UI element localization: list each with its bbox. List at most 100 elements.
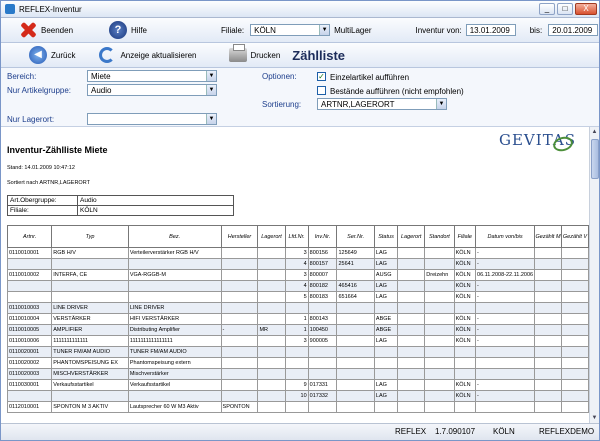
drucken-button[interactable]: Drucken [225,44,285,66]
column-header: Hersteller [220,225,259,248]
artikelgruppe-select[interactable]: Audio ▼ [87,84,217,96]
table-cell[interactable] [560,247,589,259]
table-cell[interactable] [534,368,562,380]
table-cell [424,379,455,391]
table-cell [220,346,259,358]
table-cell [424,357,455,369]
table-cell: - [475,280,536,292]
table-cell[interactable] [560,346,589,358]
lagerort-select[interactable]: ▼ [87,113,217,125]
filiale-value: KÖLN [254,26,276,35]
table-cell [373,357,399,369]
table-cell [220,335,259,347]
table-cell [397,302,426,314]
table-cell[interactable] [560,368,589,380]
filter-panel: Bereich: Miete ▼ Nur Artikelgruppe: Audi… [1,68,599,127]
column-header: Status [373,225,399,248]
table-cell [257,269,286,281]
table-cell[interactable] [534,247,562,259]
bis-input[interactable]: 20.01.2009 [548,24,599,36]
table-cell: 017332 [307,390,338,402]
table-cell [307,346,338,358]
scroll-down-icon[interactable]: ▼ [590,413,599,423]
table-cell[interactable] [534,269,562,281]
table-cell [424,324,455,336]
table-cell[interactable] [534,401,562,413]
table-cell[interactable] [560,280,589,292]
table-cell [6,280,53,292]
vertical-scrollbar[interactable]: ▲ ▼ [589,127,599,423]
table-cell[interactable] [560,291,589,303]
table-cell[interactable] [534,390,562,402]
table-row: 4 800157 25641 LAG KÖLN - [6,258,589,270]
minimize-button[interactable]: _ [539,3,555,15]
table-cell[interactable] [534,346,562,358]
table-cell[interactable] [534,291,562,303]
table-cell [475,357,536,369]
table-cell [373,368,399,380]
opt-bestaende-checkbox[interactable] [317,86,326,95]
scroll-thumb[interactable] [591,139,599,179]
table-cell [397,324,426,336]
table-row: 0110020002 PHANTOMSPEISUNG EX Phantomspeis… [6,357,589,369]
info-label: Filiale: [7,205,78,216]
table-cell [373,401,399,413]
main-toolbar: Beenden ? Hilfe Filiale: KÖLN ▼ MultiLag… [1,18,599,43]
table-cell: HIFI VERSTÄRKER [127,313,222,325]
opt-einzelartikel-checkbox[interactable]: ✓ [317,72,326,81]
table-cell[interactable] [560,324,589,336]
table-cell: 10 [284,390,309,402]
table-cell[interactable] [560,302,589,314]
table-cell [397,280,426,292]
table-cell [257,401,286,413]
column-header: Inv.Nr. [307,225,338,248]
info-row: Art.Obergruppe: Audio [7,195,234,206]
table-cell[interactable] [560,390,589,402]
table-cell [257,280,286,292]
table-cell[interactable] [534,335,562,347]
table-cell [51,291,129,303]
inventur-von-input[interactable]: 13.01.2009 [465,24,516,36]
zurueck-button[interactable]: ◀ Zurück [25,44,79,66]
table-row: 0110030001 Verkaufsstartikel Verkaufsstart… [6,379,589,391]
table-cell[interactable] [560,401,589,413]
table-cell: 5 [284,291,309,303]
table-cell [336,346,375,358]
table-cell[interactable] [534,280,562,292]
page-title: Zählliste [292,47,346,63]
hilfe-button[interactable]: ? Hilfe [105,19,165,41]
table-cell[interactable] [534,313,562,325]
table-cell[interactable] [534,379,562,391]
table-cell[interactable] [560,335,589,347]
table-cell[interactable] [560,269,589,281]
close-button[interactable]: X [575,3,597,15]
info-label: Art.Obergruppe: [7,195,78,206]
table-cell [453,357,477,369]
aktualisieren-button[interactable]: Anzeige aktualisieren [95,44,200,66]
table-cell[interactable] [534,258,562,270]
maximize-button[interactable]: □ [557,3,573,15]
table-cell: AUSG [373,269,399,281]
table-cell[interactable] [534,302,562,314]
table-cell[interactable] [560,357,589,369]
table-cell[interactable] [560,313,589,325]
table-cell: 0110010002 [6,269,53,281]
table-cell[interactable] [534,357,562,369]
bereich-select[interactable]: Miete ▼ [87,70,217,82]
sortierung-select[interactable]: ARTNR,LAGERORT ▼ [317,98,447,110]
table-cell[interactable] [560,258,589,270]
table-cell: 100450 [307,324,338,336]
table-cell [220,280,259,292]
table-cell[interactable] [560,379,589,391]
beenden-button[interactable]: Beenden [15,19,95,41]
filiale-select[interactable]: KÖLN ▼ [250,24,331,36]
inventory-table: Artnr. Typ Bez. Hersteller Lagerort Lfd.Nr. In… [6,225,589,413]
table-cell [424,368,455,380]
table-cell[interactable] [534,324,562,336]
chevron-down-icon: ▼ [206,85,216,95]
scroll-up-icon[interactable]: ▲ [590,127,599,137]
table-cell [220,368,259,380]
table-cell: VERSTÄRKER [51,313,129,325]
help-icon: ? [109,21,127,39]
table-cell: 4 [284,280,309,292]
